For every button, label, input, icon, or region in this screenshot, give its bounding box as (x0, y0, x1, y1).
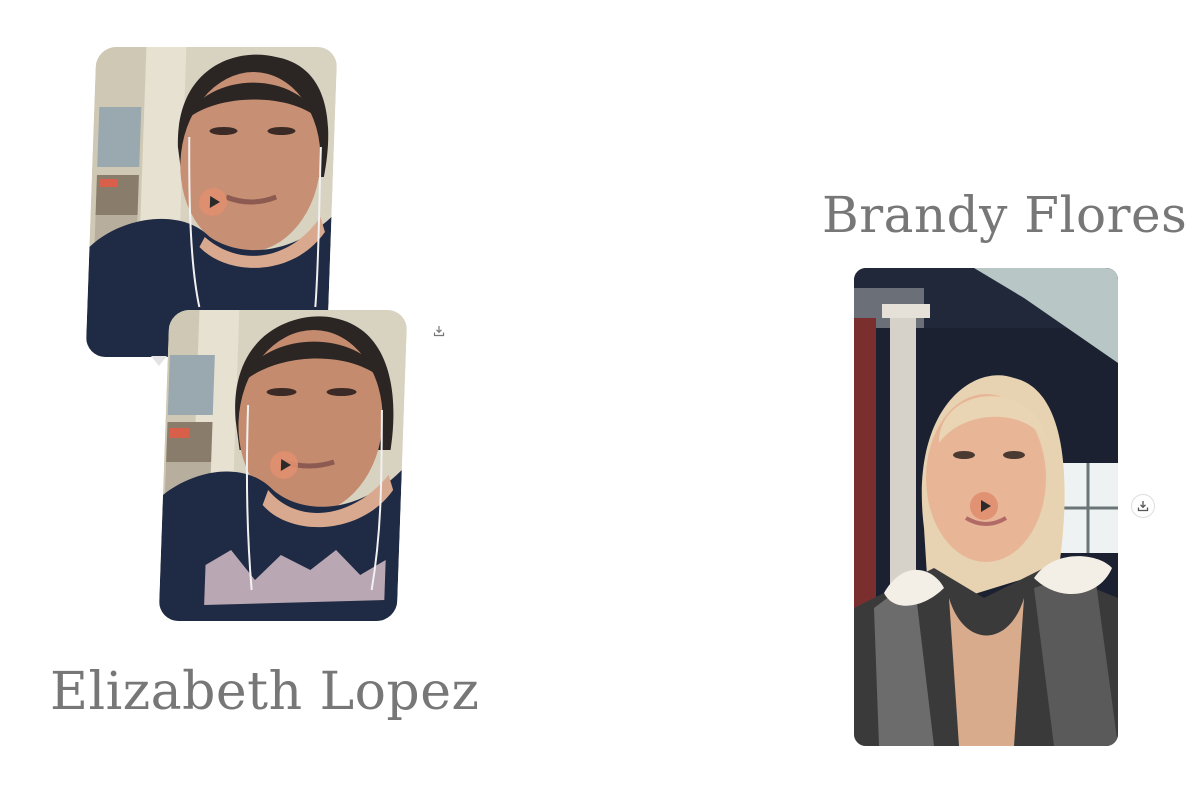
testimonial-name-brandy: Brandy Flores (822, 186, 1188, 244)
download-icon (1137, 501, 1149, 512)
video-thumbnail-brandy[interactable] (854, 268, 1118, 746)
video-thumbnail-elizabeth-2[interactable] (158, 310, 408, 621)
play-icon (980, 500, 991, 512)
stack-notch (151, 356, 167, 366)
play-icon (209, 196, 220, 208)
download-button-brandy[interactable] (1131, 494, 1155, 518)
testimonial-name-elizabeth: Elizabeth Lopez (50, 662, 480, 722)
download-icon (433, 326, 445, 337)
play-button[interactable] (970, 492, 998, 520)
play-icon (280, 459, 291, 471)
download-button-elizabeth[interactable] (427, 319, 451, 343)
